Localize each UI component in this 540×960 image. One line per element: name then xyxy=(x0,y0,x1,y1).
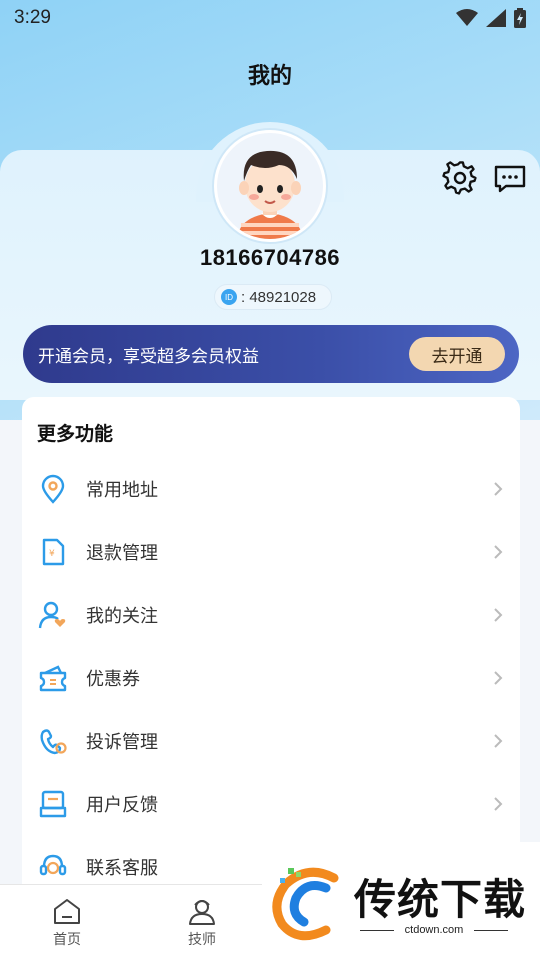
section-title: 更多功能 xyxy=(37,423,114,445)
menu-label: 退款管理 xyxy=(86,542,158,564)
chevron-right-icon xyxy=(494,796,503,811)
status-icons xyxy=(456,8,526,28)
menu-item-address[interactable]: 常用地址 xyxy=(22,457,520,520)
complaint-icon xyxy=(40,728,67,754)
chevron-right-icon xyxy=(494,481,503,496)
more-functions-card: 更多功能 常用地址 ¥ 退款管理 我的关注 优惠券 投诉管理 用户反馈 联系客服 xyxy=(22,397,520,917)
chevron-right-icon xyxy=(494,607,503,622)
menu-list: 常用地址 ¥ 退款管理 我的关注 优惠券 投诉管理 用户反馈 联系客服 xyxy=(22,457,520,898)
status-bar: 3:29 xyxy=(0,0,540,36)
avatar[interactable] xyxy=(214,130,326,242)
customer-service-icon xyxy=(39,854,67,875)
menu-item-coupon[interactable]: 优惠券 xyxy=(22,646,520,709)
menu-item-complaint[interactable]: 投诉管理 xyxy=(22,709,520,772)
message-icon[interactable] xyxy=(492,160,528,196)
vip-text: 开通会员，享受超多会员权益 xyxy=(38,346,259,367)
menu-item-feedback[interactable]: 用户反馈 xyxy=(22,772,520,835)
menu-label: 优惠券 xyxy=(86,668,140,690)
page-title: 我的 xyxy=(247,64,292,89)
user-id-value: : 48921028 xyxy=(241,288,317,306)
chevron-right-icon xyxy=(494,670,503,685)
nav-item-technician[interactable]: 技师 xyxy=(162,897,242,949)
menu-item-follow[interactable]: 我的关注 xyxy=(22,583,520,646)
status-time: 3:29 xyxy=(14,7,51,28)
chevron-right-icon xyxy=(494,733,503,748)
nav-item-home[interactable]: 首页 xyxy=(27,897,107,949)
id-icon: ID xyxy=(221,289,237,305)
watermark: 传统下载 ctdown.com xyxy=(262,842,540,960)
signal-icon xyxy=(486,9,506,27)
settings-icon[interactable] xyxy=(442,160,478,196)
feedback-icon xyxy=(39,790,67,817)
technician-icon xyxy=(189,900,215,925)
wifi-icon xyxy=(456,9,478,26)
coupon-icon xyxy=(39,664,67,691)
menu-label: 用户反馈 xyxy=(86,794,158,816)
follow-icon xyxy=(38,601,66,628)
user-phone: 18166704786 xyxy=(199,245,341,270)
vip-banner[interactable]: 开通会员，享受超多会员权益 去开通 xyxy=(23,325,519,383)
chevron-right-icon xyxy=(494,544,503,559)
watermark-divider xyxy=(474,930,508,931)
menu-item-refund[interactable]: ¥ 退款管理 xyxy=(22,520,520,583)
user-id: ID : 48921028 xyxy=(214,284,332,310)
avatar-illustration xyxy=(217,133,323,239)
watermark-logo-icon xyxy=(272,867,339,941)
location-icon xyxy=(41,474,65,504)
refund-icon: ¥ xyxy=(42,538,65,565)
home-icon xyxy=(54,899,80,924)
svg-text:¥: ¥ xyxy=(49,549,55,559)
battery-icon xyxy=(514,8,526,28)
menu-label: 投诉管理 xyxy=(86,731,158,753)
nav-label: 技师 xyxy=(188,932,216,948)
watermark-title: 传统下载 xyxy=(354,875,527,924)
menu-label: 我的关注 xyxy=(86,605,158,627)
nav-label: 首页 xyxy=(53,932,81,948)
menu-label: 常用地址 xyxy=(86,479,158,501)
vip-open-button[interactable]: 去开通 xyxy=(409,337,505,371)
